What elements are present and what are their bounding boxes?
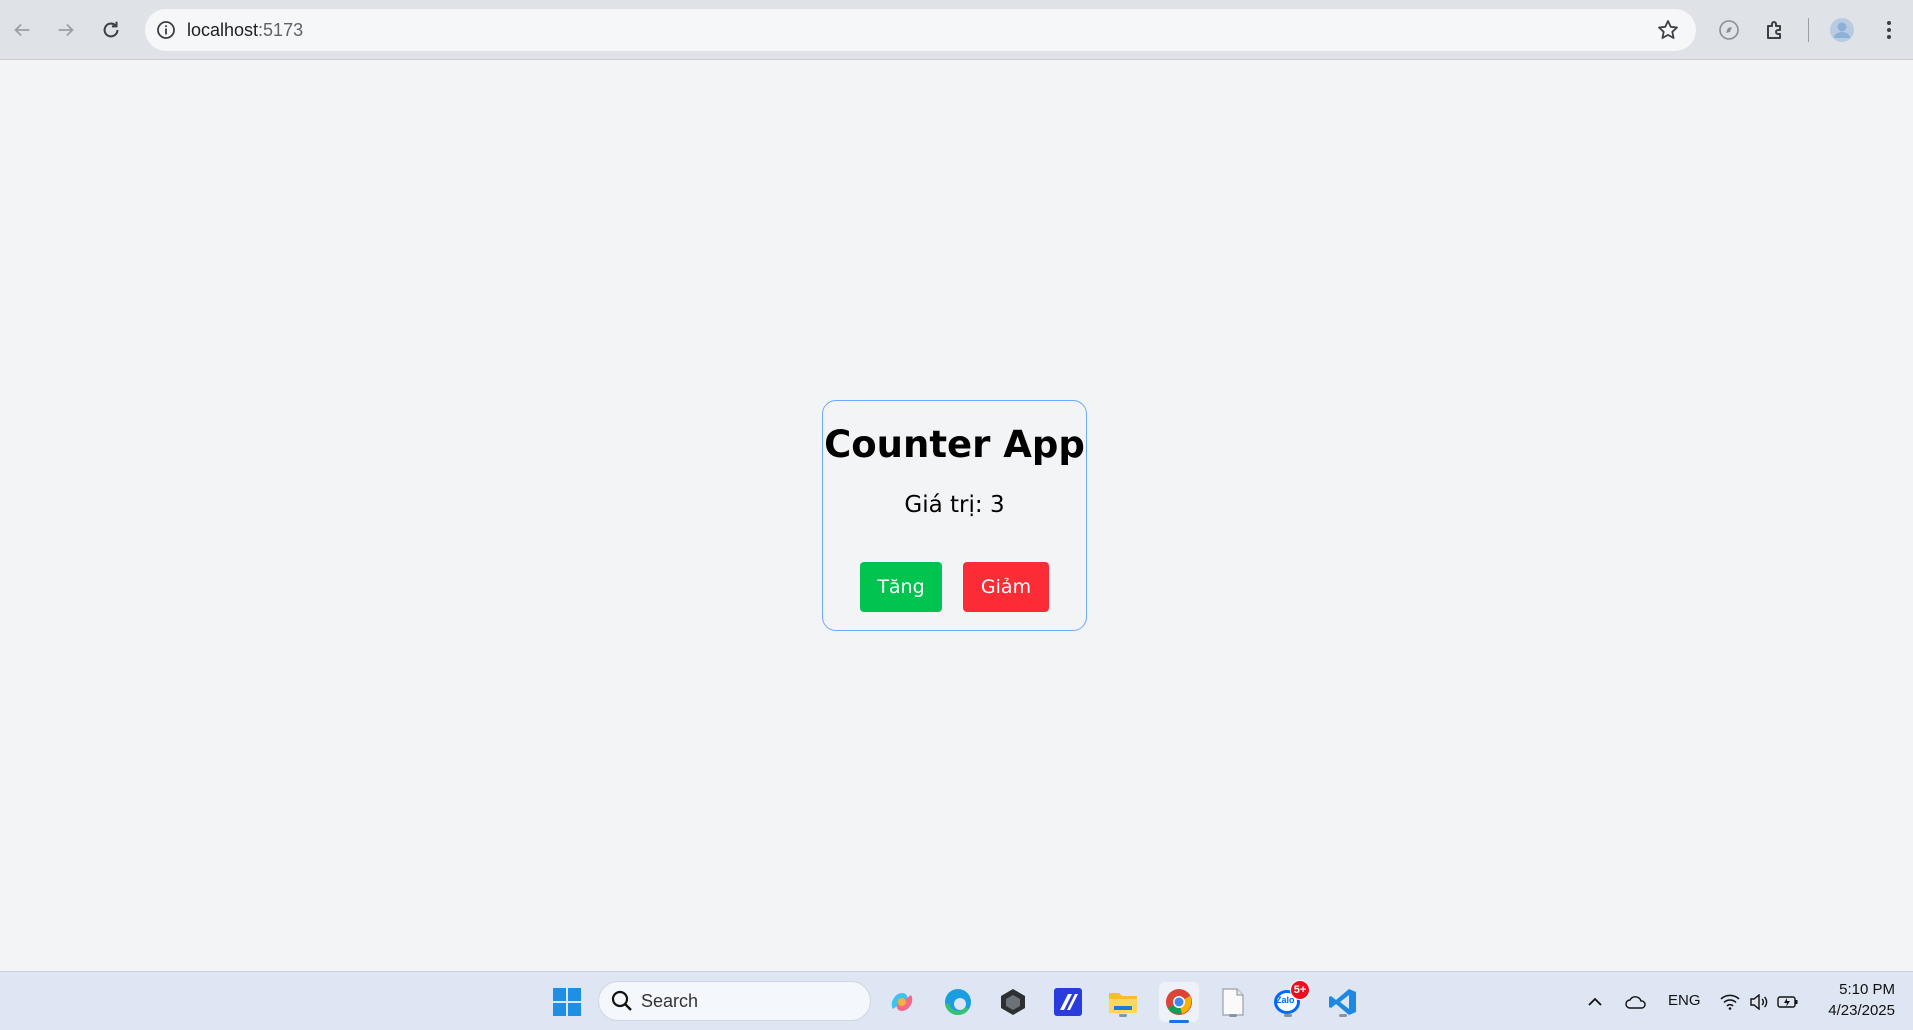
app-cube-icon[interactable] (995, 984, 1031, 1020)
vscode-icon[interactable] (1325, 984, 1361, 1020)
chevron-up-icon[interactable] (1577, 984, 1613, 1020)
back-button[interactable] (4, 12, 40, 48)
copilot-icon[interactable] (884, 984, 920, 1020)
url-host: localhost (187, 19, 259, 40)
reload-icon (103, 21, 119, 38)
address-bar[interactable]: localhost:5173 (145, 9, 1696, 51)
increment-button[interactable]: Tăng (860, 562, 942, 612)
url-port: :5173 (258, 19, 304, 40)
counter-value: Giá trị: 3 (904, 492, 1005, 518)
more-menu-icon[interactable] (1873, 14, 1905, 46)
forward-arrow-icon (58, 23, 74, 37)
back-arrow-icon (14, 23, 30, 37)
extensions-puzzle-icon[interactable] (1759, 14, 1791, 46)
language-indicator[interactable]: ENG (1668, 992, 1701, 1009)
onedrive-cloud-icon[interactable] (1618, 984, 1654, 1020)
taskbar-search[interactable]: Search (598, 981, 871, 1021)
clock-date[interactable]: 4/23/2025 (1815, 1002, 1895, 1019)
extension-compass-icon[interactable] (1713, 14, 1745, 46)
reload-button[interactable] (93, 12, 129, 48)
battery-charging-icon[interactable] (1770, 984, 1806, 1020)
app-title: Counter App (824, 423, 1085, 466)
zalo-icon[interactable]: Zalo 5+ (1270, 980, 1310, 1020)
notepad-icon[interactable] (1215, 984, 1251, 1020)
forward-button[interactable] (48, 12, 84, 48)
decrement-button[interactable]: Giảm (963, 562, 1049, 612)
button-row: Tăng Giảm (823, 562, 1086, 612)
bookmark-star-icon[interactable] (1656, 18, 1680, 42)
counter-card: Counter App Giá trị: 3 Tăng Giảm (822, 400, 1087, 631)
visual-studio-icon[interactable] (1050, 984, 1086, 1020)
running-indicator (1339, 1014, 1347, 1017)
taskbar: Search Zalo 5+ ENG 5:10 PM 4/23/2025 (0, 971, 1913, 1030)
running-indicator (1119, 1014, 1127, 1017)
browser-toolbar: localhost:5173 (0, 0, 1913, 60)
site-info-icon[interactable] (151, 15, 181, 45)
profile-avatar-icon[interactable] (1826, 14, 1858, 46)
search-icon (611, 990, 632, 1011)
search-placeholder: Search (641, 990, 699, 1011)
toolbar-divider (1808, 18, 1809, 42)
running-indicator (1229, 1014, 1237, 1017)
active-indicator (1169, 1020, 1189, 1023)
clock-time[interactable]: 5:10 PM (1835, 981, 1895, 998)
running-indicator (1284, 1014, 1292, 1017)
chrome-icon[interactable] (1159, 982, 1199, 1023)
notification-badge: 5+ (1290, 980, 1310, 1000)
edge-icon[interactable] (940, 984, 976, 1020)
windows-start-icon[interactable] (549, 984, 585, 1020)
url-text: localhost:5173 (187, 20, 303, 41)
file-explorer-icon[interactable] (1105, 984, 1141, 1020)
